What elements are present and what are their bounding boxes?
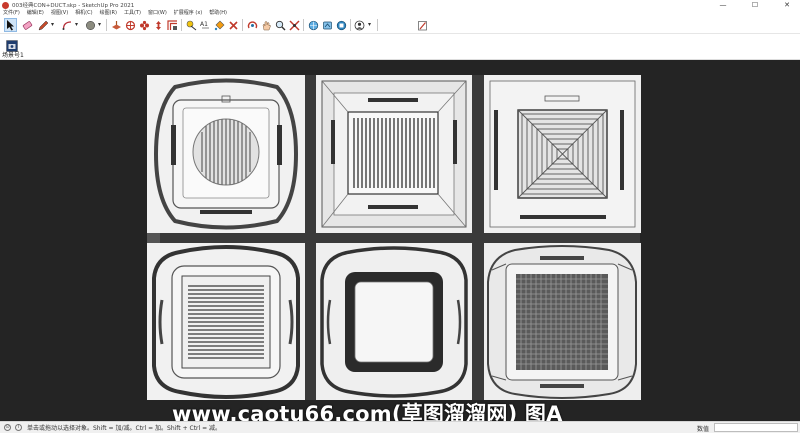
sketchup-logo-icon — [2, 1, 9, 9]
select-tool-button[interactable] — [4, 18, 17, 32]
magnifier-icon — [275, 20, 286, 30]
maximize-button[interactable]: ☐ — [744, 0, 766, 10]
tape-measure-tool-button[interactable] — [185, 18, 198, 32]
menu-window[interactable]: 窗口(W) — [148, 10, 167, 17]
main-toolbar: ▾ ▾ ▾ A1 ▾ — [0, 17, 800, 34]
sketchup-window: 003经典CON+DUCT.skp - SketchUp Pro 2021 — … — [0, 0, 800, 433]
measurements-label: 数值 — [697, 426, 710, 433]
ac-cassette-panel-5[interactable] — [316, 243, 472, 400]
tape-measure-icon — [186, 20, 197, 30]
eraser-icon — [22, 20, 33, 30]
menu-extensions[interactable]: 扩展程序 (x) — [174, 10, 202, 17]
scene-tab-thumbnail[interactable] — [6, 37, 18, 52]
scene-tab-label[interactable]: 场景号1 — [2, 50, 24, 59]
arrow-cursor-icon — [7, 19, 14, 30]
toolbar-separator — [350, 19, 351, 31]
zoom-extents-tool-button[interactable] — [288, 18, 301, 32]
toolbar-separator — [181, 19, 182, 31]
account-dropdown-icon[interactable]: ▾ — [368, 21, 371, 28]
orbit-tool-button[interactable] — [246, 18, 259, 32]
zoom-extents-icon — [289, 19, 300, 31]
menu-bar: 文件(F) 编辑(E) 视图(V) 相机(C) 绘图(R) 工具(T) 窗口(W… — [0, 10, 800, 17]
arc-tool-button[interactable] — [61, 18, 74, 32]
status-bar: ⊙ i 单击或拖动以选择对象。Shift = 加/减。Ctrl = 加。Shif… — [0, 421, 800, 433]
circle-shape-icon — [86, 20, 95, 30]
info-icon[interactable]: i — [15, 424, 22, 431]
window-title: 003经典CON+DUCT.skp - SketchUp Pro 2021 — [12, 3, 135, 9]
arc-icon — [62, 20, 72, 30]
offset-icon — [167, 19, 177, 30]
push-pull-tool-button[interactable] — [110, 18, 123, 32]
account-tool-button[interactable] — [353, 18, 366, 32]
menu-help[interactable]: 帮助(H) — [209, 10, 227, 17]
toolbar-separator — [242, 19, 243, 31]
svg-text:A1: A1 — [200, 21, 208, 28]
line-tool-button[interactable] — [37, 18, 50, 32]
eraser-tool-button[interactable] — [21, 18, 34, 32]
ac-cassette-panel-2[interactable] — [316, 75, 472, 233]
notes-tool-button[interactable] — [416, 18, 429, 32]
close-button[interactable]: ✕ — [776, 0, 798, 10]
geo-location-icon[interactable]: ⊙ — [4, 424, 11, 431]
extension-warehouse-icon — [336, 20, 347, 30]
paint-bucket-tool-button[interactable] — [213, 18, 226, 32]
warehouse-tool-button[interactable] — [307, 18, 320, 32]
ac-cassette-panel-1[interactable] — [147, 75, 305, 233]
notes-eraser-tool-button[interactable] — [227, 18, 240, 32]
measurements-input[interactable] — [714, 423, 798, 432]
rotate-icon — [140, 20, 149, 30]
paint-bucket-icon — [214, 20, 225, 30]
toolbar-separator — [106, 19, 107, 31]
menu-edit[interactable]: 编辑(E) — [27, 10, 44, 17]
model-geometry — [147, 75, 641, 400]
warehouse-icon — [308, 20, 319, 30]
rotate-tool-button[interactable] — [138, 18, 151, 32]
orbit-icon — [247, 20, 258, 28]
text-a1-icon: A1 — [200, 21, 209, 28]
notepad-icon — [418, 20, 427, 30]
menu-camera[interactable]: 相机(C) — [75, 10, 92, 17]
scenes-bar: 场景号1 — [0, 34, 800, 60]
menu-view[interactable]: 视图(V) — [51, 10, 68, 17]
menu-tools[interactable]: 工具(T) — [124, 10, 141, 17]
move-tool-button[interactable] — [124, 18, 137, 32]
extension-warehouse-tool-button[interactable] — [335, 18, 348, 32]
toolbar-separator — [377, 19, 378, 31]
offset-tool-button[interactable] — [166, 18, 179, 32]
title-bar: 003经典CON+DUCT.skp - SketchUp Pro 2021 — … — [0, 0, 800, 10]
close-cross-icon — [229, 20, 238, 30]
hand-icon — [262, 20, 271, 30]
move-cross-icon — [125, 20, 136, 30]
line-tool-dropdown-icon[interactable]: ▾ — [51, 21, 54, 28]
toolbar-separator — [303, 19, 304, 31]
arc-tool-dropdown-icon[interactable]: ▾ — [75, 21, 78, 28]
menu-file[interactable]: 文件(F) — [3, 10, 20, 17]
menu-draw[interactable]: 绘图(R) — [100, 10, 117, 17]
user-icon — [354, 20, 365, 30]
ac-cassette-panel-6[interactable] — [484, 243, 641, 400]
text-tool-button[interactable]: A1 — [199, 18, 212, 32]
model-viewport[interactable]: www.caotu66.com(草图溜溜网) 图A — [0, 60, 800, 421]
ac-cassette-panel-4[interactable] — [147, 243, 305, 400]
scale-tool-button[interactable] — [152, 18, 165, 32]
push-pull-icon — [112, 20, 121, 29]
share-model-tool-button[interactable] — [321, 18, 334, 32]
ac-cassette-panel-3[interactable] — [484, 75, 641, 233]
share-model-icon — [323, 21, 332, 29]
shape-tool-button[interactable] — [84, 18, 97, 32]
pan-tool-button[interactable] — [260, 18, 273, 32]
minimize-button[interactable]: — — [712, 0, 734, 10]
shape-tool-dropdown-icon[interactable]: ▾ — [98, 21, 101, 28]
scale-icon — [156, 20, 161, 30]
watermark-text: www.caotu66.com(草图溜溜网) 图A — [172, 402, 563, 421]
pencil-icon — [38, 20, 49, 30]
status-hint: 单击或拖动以选择对象。Shift = 加/减。Ctrl = 加。Shift + … — [27, 425, 222, 432]
zoom-tool-button[interactable] — [274, 18, 287, 32]
